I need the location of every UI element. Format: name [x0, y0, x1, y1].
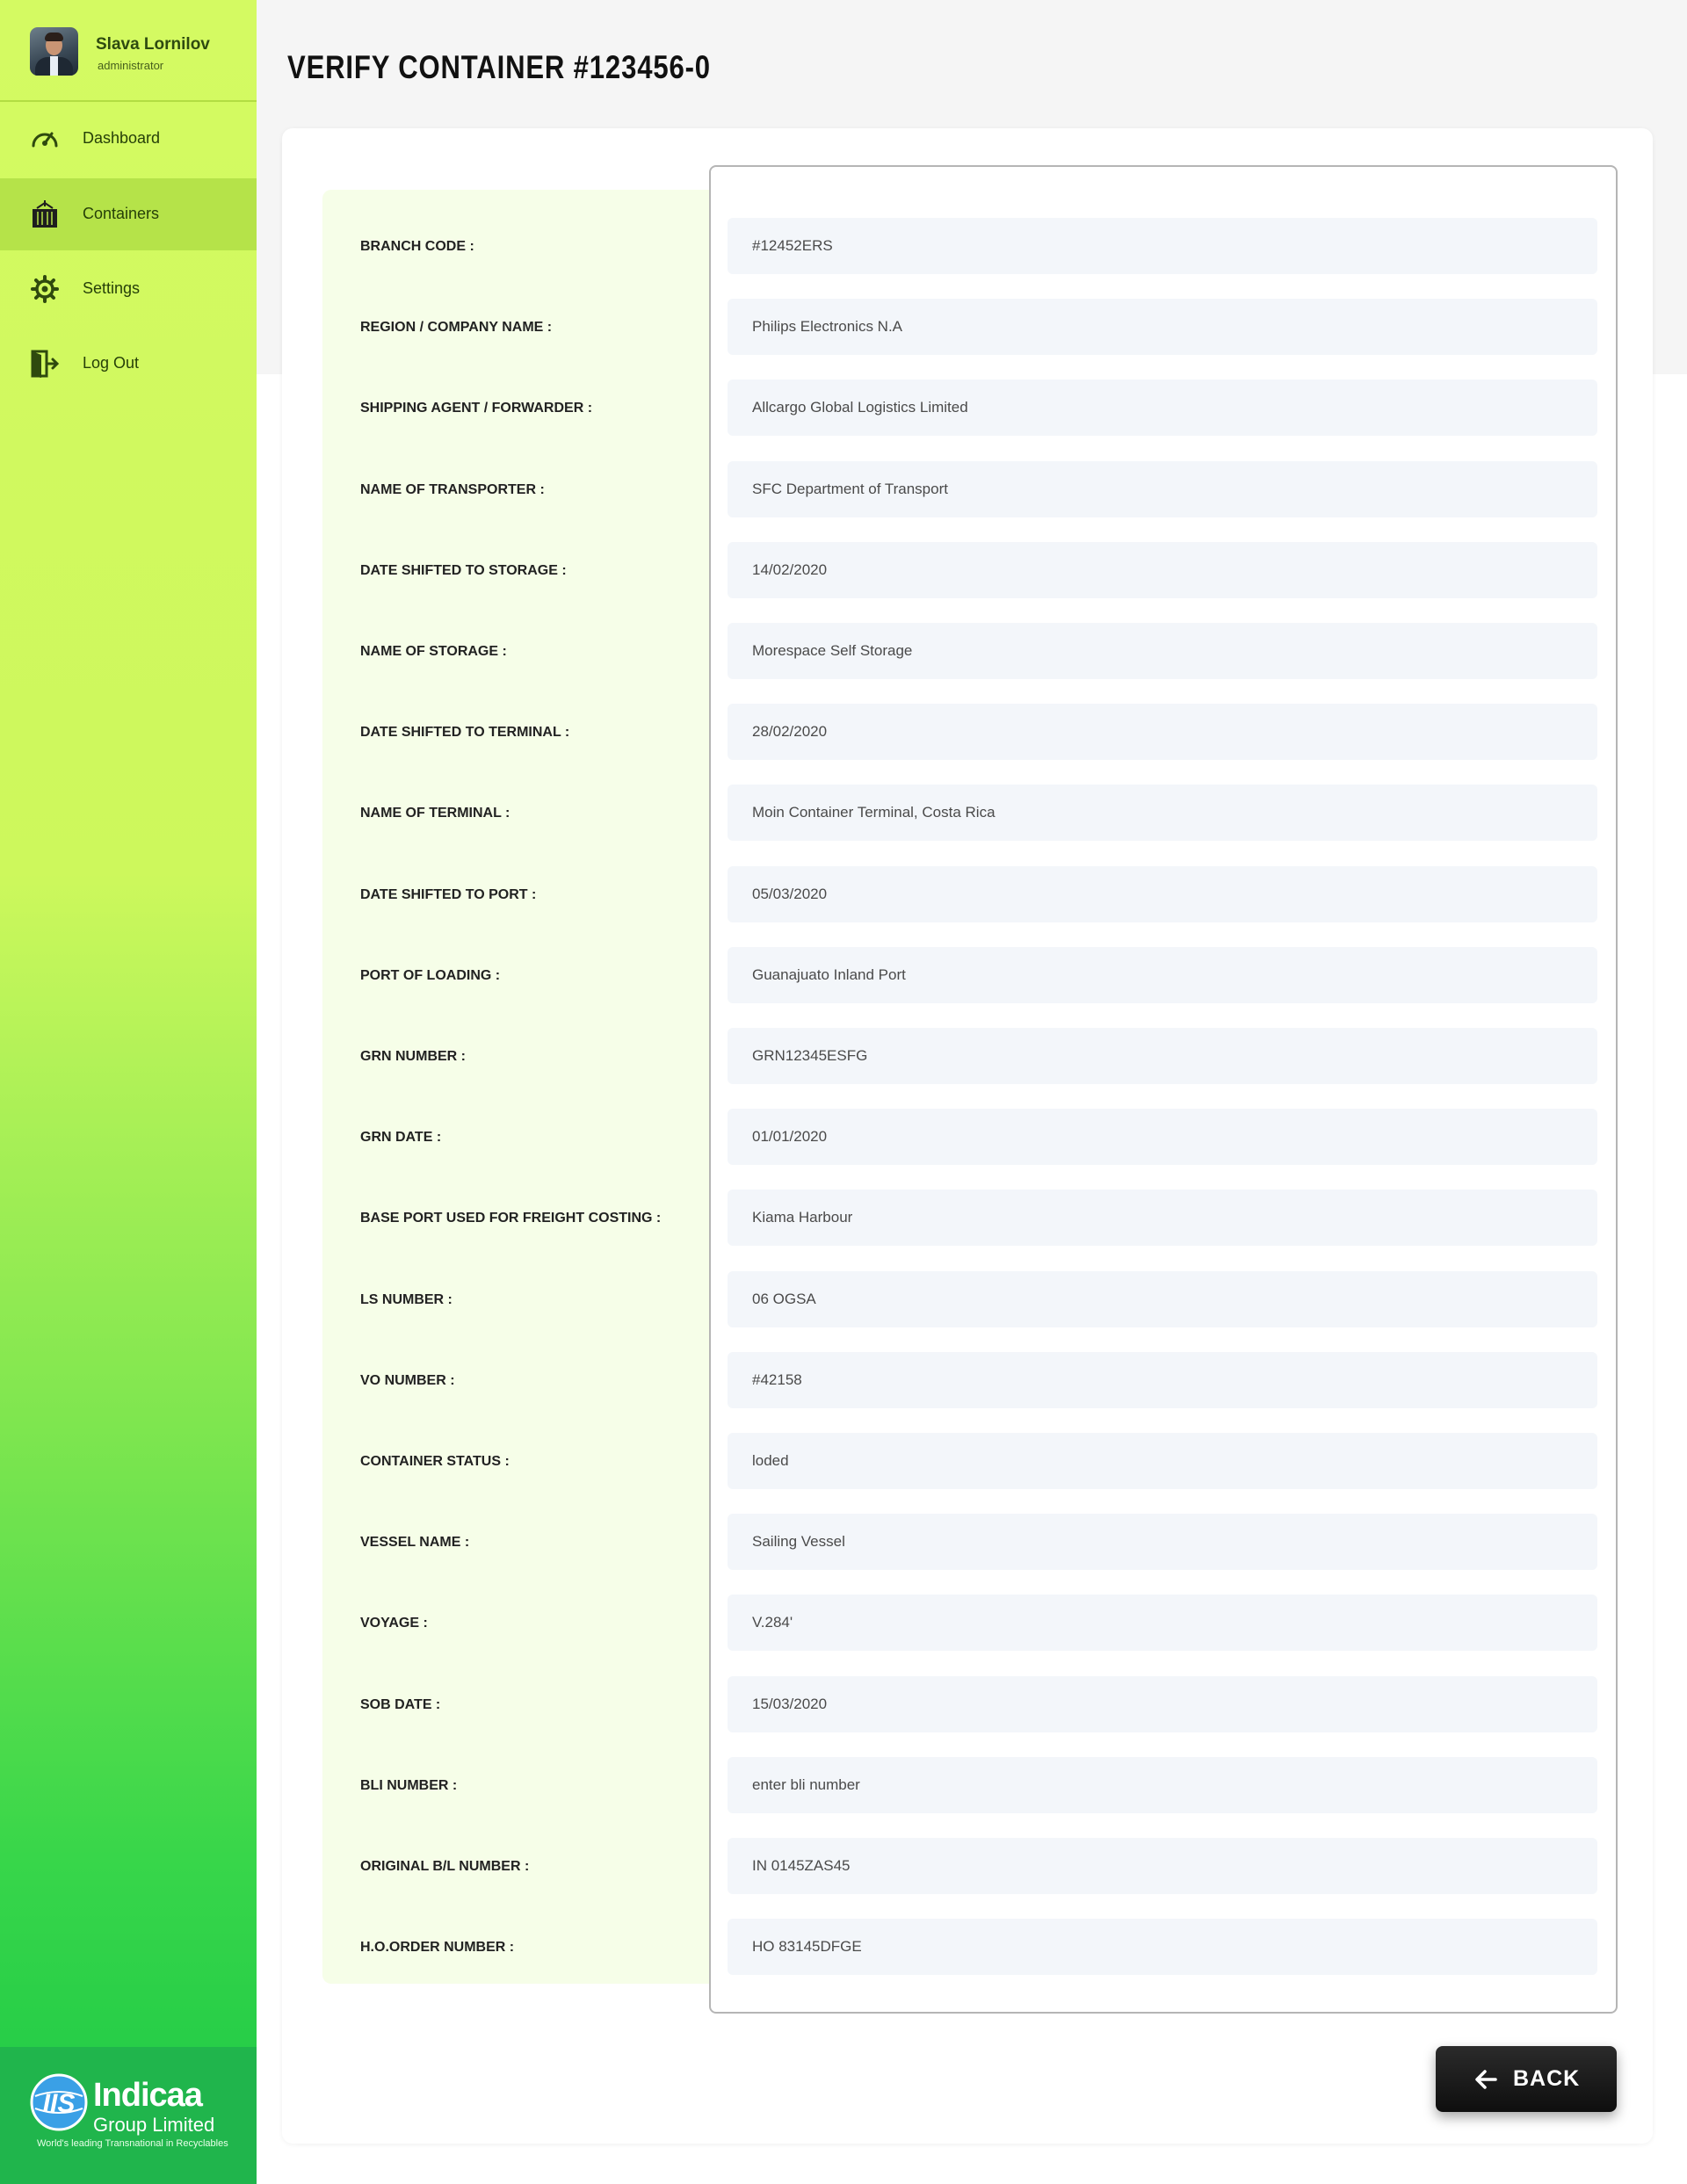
- form-row-vessel-name: VESSEL NAME : Sailing Vessel: [0, 1514, 1687, 1572]
- brand-subtitle: Group Limited: [93, 2114, 215, 2136]
- user-role: administrator: [98, 59, 164, 72]
- terminal-name-field[interactable]: Moin Container Terminal, Costa Rica: [728, 785, 1597, 842]
- sob-date-field[interactable]: 15/03/2020: [728, 1675, 1597, 1732]
- field-label: VOYAGE :: [360, 1616, 428, 1631]
- form-row-grn-date: GRN DATE : 01/01/2020: [0, 1109, 1687, 1167]
- vo-number-field[interactable]: #42158: [728, 1351, 1597, 1408]
- back-label: BACK: [1513, 2066, 1581, 2091]
- speedometer-icon: [29, 124, 61, 154]
- globe-logo-icon: IIS: [30, 2073, 88, 2131]
- arrow-left-icon: [1475, 2070, 1497, 2089]
- field-label: VESSEL NAME :: [360, 1535, 470, 1551]
- brand-name: Indicaa: [93, 2077, 203, 2114]
- form-row-ho-order: H.O.ORDER NUMBER : HO 83145DFGE: [0, 1919, 1687, 1977]
- sidebar-item-dashboard[interactable]: Dashboard: [0, 103, 257, 175]
- form-row-base-port: BASE PORT USED FOR FREIGHT COSTING : Kia…: [0, 1190, 1687, 1247]
- base-port-field[interactable]: Kiama Harbour: [728, 1190, 1597, 1247]
- branch-code-field[interactable]: #12452ERS: [728, 218, 1597, 274]
- transporter-field[interactable]: SFC Department of Transport: [728, 460, 1597, 517]
- field-label: GRN NUMBER :: [360, 1049, 466, 1064]
- form-row-date-terminal: DATE SHIFTED TO TERMINAL : 28/02/2020: [0, 704, 1687, 762]
- date-storage-field[interactable]: 14/02/2020: [728, 541, 1597, 598]
- form-row-region-company: REGION / COMPANY NAME : Philips Electron…: [0, 299, 1687, 357]
- field-label: NAME OF TERMINAL :: [360, 806, 510, 821]
- form-row-transporter: NAME OF TRANSPORTER : SFC Department of …: [0, 460, 1687, 519]
- date-port-field[interactable]: 05/03/2020: [728, 865, 1597, 922]
- form-row-container-status: CONTAINER STATUS : loded: [0, 1433, 1687, 1491]
- field-label: BASE PORT USED FOR FREIGHT COSTING :: [360, 1211, 662, 1226]
- form-row-ls-number: LS NUMBER : 06 OGSA: [0, 1270, 1687, 1329]
- fields-panel: [709, 165, 1618, 2014]
- user-profile[interactable]: Slava Lornilov administrator: [0, 0, 257, 102]
- container-status-field[interactable]: loded: [728, 1433, 1597, 1489]
- date-terminal-field[interactable]: 28/02/2020: [728, 704, 1597, 761]
- vessel-name-field[interactable]: Sailing Vessel: [728, 1514, 1597, 1571]
- form-row-original-bl: ORIGINAL B/L NUMBER : IN 0145ZAS45: [0, 1838, 1687, 1896]
- back-button[interactable]: BACK: [1436, 2046, 1617, 2112]
- shipping-agent-field[interactable]: Allcargo Global Logistics Limited: [728, 380, 1597, 437]
- voyage-field[interactable]: V.284': [728, 1595, 1597, 1652]
- field-label: ORIGINAL B/L NUMBER :: [360, 1859, 530, 1874]
- storage-name-field[interactable]: Morespace Self Storage: [728, 623, 1597, 679]
- form-row-grn-number: GRN NUMBER : GRN12345ESFG: [0, 1028, 1687, 1086]
- grn-number-field[interactable]: GRN12345ESFG: [728, 1028, 1597, 1084]
- region-company-field[interactable]: Philips Electronics N.A: [728, 299, 1597, 356]
- field-label: H.O.ORDER NUMBER :: [360, 1940, 515, 1956]
- grn-date-field[interactable]: 01/01/2020: [728, 1109, 1597, 1166]
- brand-tagline: World's leading Transnational in Recycla…: [37, 2138, 228, 2149]
- field-label: VO NUMBER :: [360, 1372, 455, 1388]
- field-label: REGION / COMPANY NAME :: [360, 320, 553, 336]
- ls-number-field[interactable]: 06 OGSA: [728, 1270, 1597, 1327]
- original-bl-number-field[interactable]: IN 0145ZAS45: [728, 1838, 1597, 1894]
- field-label: GRN DATE :: [360, 1130, 442, 1146]
- field-label: PORT OF LOADING :: [360, 967, 501, 983]
- field-label: NAME OF TRANSPORTER :: [360, 481, 545, 497]
- field-label: BLI NUMBER :: [360, 1777, 458, 1793]
- field-label: DATE SHIFTED TO PORT :: [360, 886, 537, 902]
- field-label: NAME OF STORAGE :: [360, 644, 507, 659]
- form-row-date-storage: DATE SHIFTED TO STORAGE : 14/02/2020: [0, 541, 1687, 600]
- ho-order-number-field[interactable]: HO 83145DFGE: [728, 1919, 1597, 1976]
- field-label: CONTAINER STATUS :: [360, 1454, 510, 1469]
- form-row-bli-number: BLI NUMBER : enter bli number: [0, 1756, 1687, 1815]
- bli-number-field[interactable]: enter bli number: [728, 1756, 1597, 1813]
- form-row-vo-number: VO NUMBER : #42158: [0, 1351, 1687, 1410]
- page-title: VERIFY CONTAINER #123456-0: [287, 49, 711, 85]
- sidebar-item-label: Dashboard: [83, 129, 161, 147]
- field-label: DATE SHIFTED TO TERMINAL :: [360, 725, 570, 741]
- field-label: BRANCH CODE :: [360, 239, 474, 254]
- form-row-sob-date: SOB DATE : 15/03/2020: [0, 1675, 1687, 1734]
- field-label: DATE SHIFTED TO STORAGE :: [360, 562, 567, 578]
- form-row-voyage: VOYAGE : V.284': [0, 1595, 1687, 1652]
- brand-logo: IIS Indicaa Group Limited World's leadin…: [0, 2047, 257, 2184]
- user-name: Slava Lornilov: [96, 35, 210, 54]
- field-label: SHIPPING AGENT / FORWARDER :: [360, 401, 593, 416]
- svg-text:IIS: IIS: [43, 2089, 76, 2118]
- form-row-branch-code: BRANCH CODE : #12452ERS: [0, 218, 1687, 276]
- sidebar-item-label: Settings: [83, 279, 141, 297]
- form-row-shipping-agent: SHIPPING AGENT / FORWARDER : Allcargo Gl…: [0, 380, 1687, 438]
- avatar[interactable]: [30, 27, 78, 76]
- form-row-terminal-name: NAME OF TERMINAL : Moin Container Termin…: [0, 785, 1687, 843]
- port-loading-field[interactable]: Guanajuato Inland Port: [728, 946, 1597, 1003]
- form-row-storage-name: NAME OF STORAGE : Morespace Self Storage: [0, 623, 1687, 681]
- field-label: SOB DATE :: [360, 1696, 441, 1712]
- form-row-port-loading: PORT OF LOADING : Guanajuato Inland Port: [0, 946, 1687, 1005]
- form-row-date-port: DATE SHIFTED TO PORT : 05/03/2020: [0, 865, 1687, 924]
- field-label: LS NUMBER :: [360, 1291, 453, 1307]
